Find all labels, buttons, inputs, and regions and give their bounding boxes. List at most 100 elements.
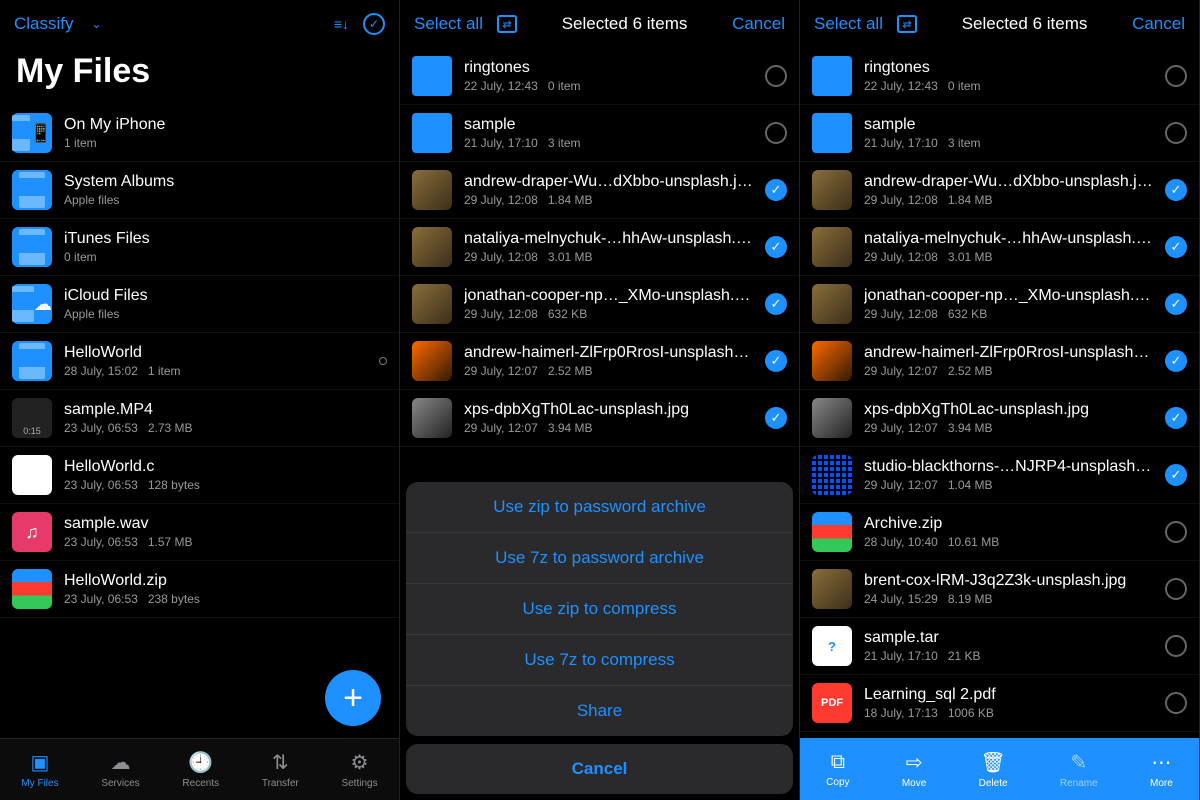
selection-circle[interactable]: ✓ (765, 293, 787, 315)
file-row[interactable]: andrew-haimerl-ZlFrp0RrosI-unsplash.jpg … (400, 333, 799, 390)
file-row[interactable]: sample 21 July, 17:103 item (800, 105, 1199, 162)
file-info: 1006 KB (948, 706, 994, 720)
sheet-cancel-button[interactable]: Cancel (406, 744, 793, 794)
sheet-option[interactable]: Use zip to compress (406, 584, 793, 635)
file-row[interactable]: HelloWorld.zip 23 July, 06:53238 bytes (0, 561, 399, 618)
selection-circle[interactable] (765, 122, 787, 144)
file-row[interactable]: HelloWorld.c 23 July, 06:53128 bytes (0, 447, 399, 504)
sort-icon[interactable]: ≡↓ (334, 16, 349, 32)
file-info: 1.57 MB (148, 535, 193, 549)
selection-circle[interactable] (1165, 521, 1187, 543)
file-name: xps-dpbXgTh0Lac-unsplash.jpg (464, 401, 753, 419)
file-meta: sample 21 July, 17:103 item (864, 116, 1153, 150)
selection-circle[interactable]: ✓ (1165, 236, 1187, 258)
file-row[interactable]: ♫ sample.wav 23 July, 06:531.57 MB (0, 504, 399, 561)
file-icon: ? (812, 626, 852, 666)
file-row[interactable]: PDF Learning_sql 2.pdf 18 July, 17:13100… (800, 675, 1199, 732)
tab-services[interactable]: ☁ Services (101, 750, 139, 789)
selection-circle[interactable]: ✓ (1165, 464, 1187, 486)
tab-recents[interactable]: 🕘 Recents (182, 750, 219, 789)
selection-circle[interactable]: ✓ (1165, 407, 1187, 429)
selection-circle[interactable] (765, 65, 787, 87)
file-row[interactable]: nataliya-melnychuk-…hhAw-unsplash.jpg 29… (400, 219, 799, 276)
sheet-option[interactable]: Use zip to password archive (406, 482, 793, 533)
file-name: Learning_sql 2.pdf (864, 686, 1153, 704)
file-row[interactable]: studio-blackthorns-…NJRP4-unsplash.jpg 2… (800, 447, 1199, 504)
selection-circle[interactable]: ✓ (765, 236, 787, 258)
selection-circle[interactable]: ✓ (765, 350, 787, 372)
tab-settings[interactable]: ⚙ Settings (341, 750, 377, 789)
file-date: 23 July, 06:53 (64, 592, 138, 606)
file-row[interactable]: ringtones 22 July, 12:430 item (400, 48, 799, 105)
file-icon (812, 512, 852, 552)
tab-transfer[interactable]: ⇅ Transfer (262, 750, 299, 789)
delete-icon: 🗑 (980, 750, 1005, 775)
file-icon (412, 398, 452, 438)
selection-circle[interactable] (1165, 578, 1187, 600)
swap-icon[interactable] (897, 15, 917, 33)
file-date: 29 July, 12:08 (464, 193, 538, 207)
file-meta: ringtones 22 July, 12:430 item (864, 59, 1153, 93)
file-row[interactable]: sample 21 July, 17:103 item (400, 105, 799, 162)
sheet-option[interactable]: Share (406, 686, 793, 736)
selection-circle[interactable]: ✓ (1165, 293, 1187, 315)
pane-my-files: Classify ⌄ ≡↓ ✓ My Files 📱 On My iPhone … (0, 0, 400, 800)
file-row[interactable]: andrew-draper-Wu…dXbbo-unsplash.jpg 29 J… (400, 162, 799, 219)
cancel-button[interactable]: Cancel (732, 14, 785, 34)
file-row[interactable]: System Albums Apple files (0, 162, 399, 219)
file-row[interactable]: xps-dpbXgTh0Lac-unsplash.jpg 29 July, 12… (800, 390, 1199, 447)
tool-delete[interactable]: 🗑 Delete (979, 750, 1008, 789)
swap-icon[interactable] (497, 15, 517, 33)
file-row[interactable]: Archive.zip 28 July, 10:4010.61 MB (800, 504, 1199, 561)
file-row[interactable]: HelloWorld 28 July, 15:021 item (0, 333, 399, 390)
file-meta: iCloud Files Apple files (64, 287, 387, 321)
selection-circle[interactable] (1165, 122, 1187, 144)
selection-circle[interactable]: ✓ (765, 179, 787, 201)
selection-circle[interactable] (1165, 635, 1187, 657)
tool-copy[interactable]: ⧉ Copy (826, 751, 849, 788)
page-title: My Files (0, 48, 399, 105)
file-row[interactable]: ☁ iCloud Files Apple files (0, 276, 399, 333)
tool-label: Copy (826, 777, 849, 788)
sheet-option[interactable]: Use 7z to password archive (406, 533, 793, 584)
file-icon (12, 341, 52, 381)
file-icon (812, 455, 852, 495)
file-info: 238 bytes (148, 592, 200, 606)
file-date: Apple files (64, 307, 119, 321)
file-row[interactable]: ringtones 22 July, 12:430 item (800, 48, 1199, 105)
file-row[interactable]: iTunes Files 0 item (0, 219, 399, 276)
selection-circle[interactable]: ✓ (1165, 179, 1187, 201)
tab-label: Recents (182, 778, 219, 789)
file-row[interactable]: jonathan-cooper-np…_XMo-unsplash.jpg 29 … (800, 276, 1199, 333)
file-icon (412, 341, 452, 381)
file-meta: andrew-haimerl-ZlFrp0RrosI-unsplash.jpg … (864, 344, 1153, 378)
file-row[interactable]: andrew-draper-Wu…dXbbo-unsplash.jpg 29 J… (800, 162, 1199, 219)
selection-circle[interactable]: ✓ (765, 407, 787, 429)
file-row[interactable]: 0:15 sample.MP4 23 July, 06:532.73 MB (0, 390, 399, 447)
classify-dropdown[interactable]: Classify ⌄ (14, 14, 102, 34)
selection-circle[interactable] (1165, 692, 1187, 714)
select-mode-icon[interactable]: ✓ (363, 13, 385, 35)
tool-more[interactable]: ⋯ More (1150, 750, 1173, 789)
file-row[interactable]: 📱 On My iPhone 1 item (0, 105, 399, 162)
file-row[interactable]: andrew-haimerl-ZlFrp0RrosI-unsplash.jpg … (800, 333, 1199, 390)
cancel-button[interactable]: Cancel (1132, 14, 1185, 34)
select-all-button[interactable]: Select all (814, 14, 883, 34)
add-button[interactable]: + (325, 670, 381, 726)
tool-move[interactable]: ⇨ Move (902, 750, 926, 789)
file-row[interactable]: ? sample.tar 21 July, 17:1021 KB (800, 618, 1199, 675)
action-sheet: Use zip to password archive Use 7z to pa… (400, 476, 799, 800)
file-info: 3.01 MB (948, 250, 993, 264)
select-all-button[interactable]: Select all (414, 14, 483, 34)
selection-circle[interactable]: ✓ (1165, 350, 1187, 372)
file-icon (12, 170, 52, 210)
tool-rename[interactable]: ✎ Rename (1060, 750, 1098, 789)
file-row[interactable]: jonathan-cooper-np…_XMo-unsplash.jpg 29 … (400, 276, 799, 333)
file-row[interactable]: xps-dpbXgTh0Lac-unsplash.jpg 29 July, 12… (400, 390, 799, 447)
topbar: Select all Selected 6 items Cancel (400, 0, 799, 48)
file-row[interactable]: nataliya-melnychuk-…hhAw-unsplash.jpg 29… (800, 219, 1199, 276)
tab-my-files[interactable]: ▣ My Files (21, 750, 58, 789)
file-row[interactable]: brent-cox-lRM-J3q2Z3k-unsplash.jpg 24 Ju… (800, 561, 1199, 618)
sheet-option[interactable]: Use 7z to compress (406, 635, 793, 686)
selection-circle[interactable] (1165, 65, 1187, 87)
